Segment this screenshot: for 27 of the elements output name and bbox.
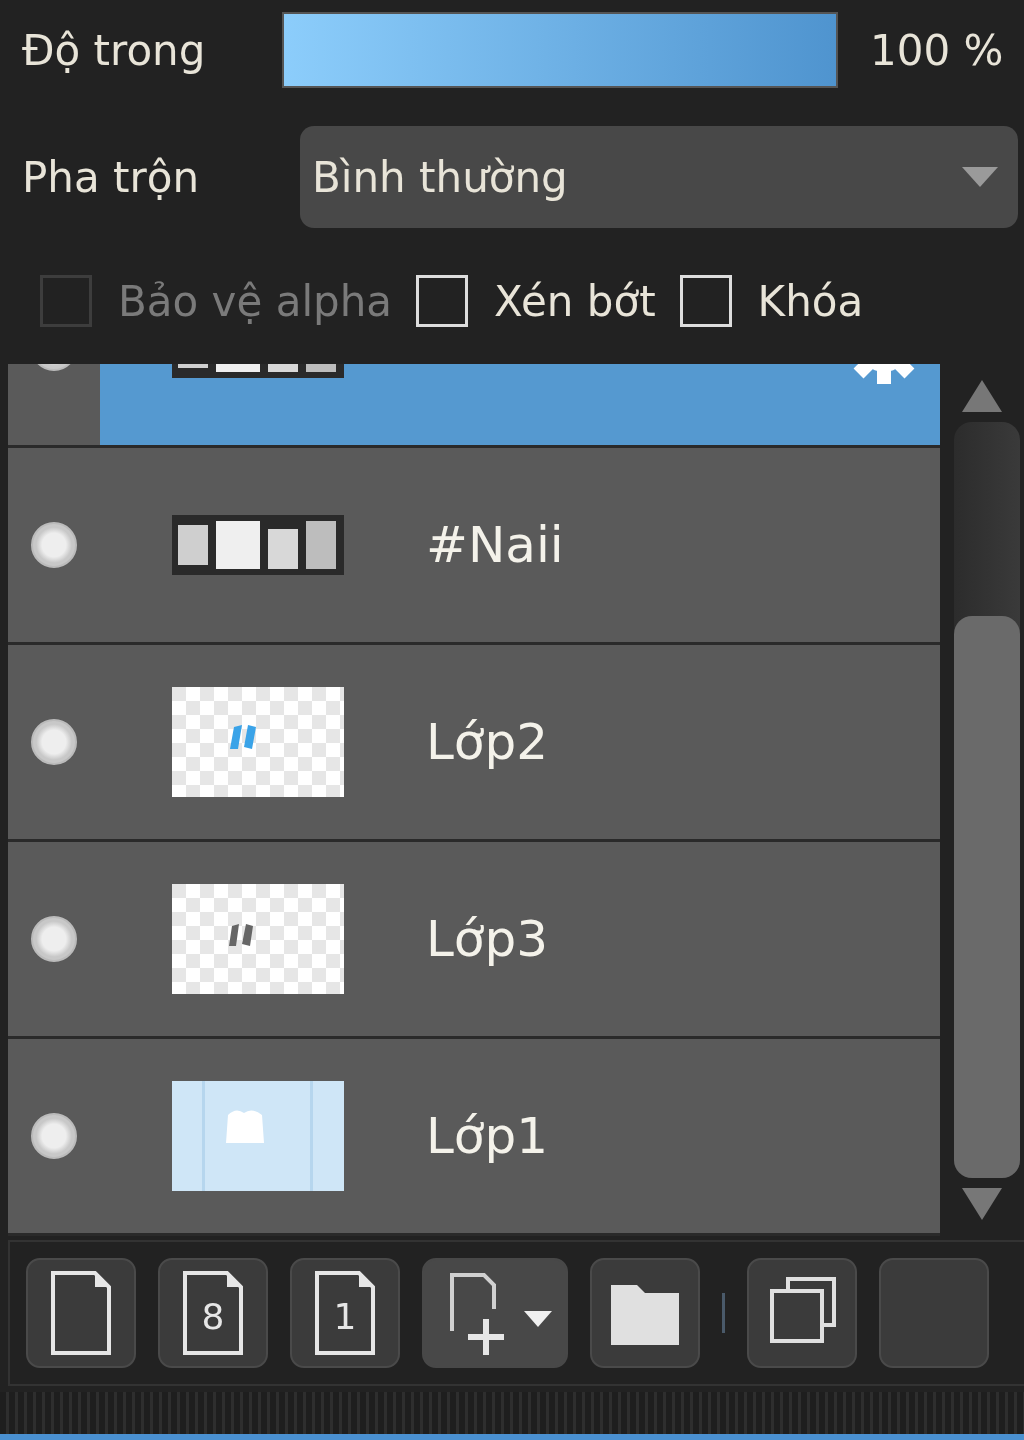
layer-name: Lớp3 bbox=[426, 910, 549, 968]
duplicate-button[interactable] bbox=[747, 1258, 857, 1368]
new-page-button[interactable]: 1 bbox=[290, 1258, 400, 1368]
add-layer-button[interactable] bbox=[422, 1258, 568, 1368]
checkbox-label: Xén bớt bbox=[494, 276, 656, 326]
layer-name: Lớp2 bbox=[426, 713, 549, 771]
scroll-down-icon bbox=[960, 1186, 1004, 1222]
new-page-button[interactable]: 8 bbox=[158, 1258, 268, 1368]
visibility-toggle[interactable] bbox=[31, 522, 77, 568]
opacity-value: 100 % bbox=[870, 25, 1004, 75]
blend-mode-dropdown[interactable]: Bình thường bbox=[300, 126, 1018, 228]
folder-button[interactable] bbox=[590, 1258, 700, 1368]
new-page-button[interactable] bbox=[26, 1258, 136, 1368]
layer-name: Lớp1 bbox=[426, 1107, 549, 1165]
scroll-up-icon bbox=[960, 378, 1004, 414]
visibility-toggle[interactable] bbox=[31, 1113, 77, 1159]
opacity-label: Độ trong bbox=[22, 25, 207, 75]
blend-label: Pha trộn bbox=[22, 152, 201, 202]
checkbox-label: Bảo vệ alpha bbox=[118, 276, 393, 326]
toolbar-separator bbox=[722, 1293, 725, 1333]
visibility-toggle[interactable] bbox=[31, 916, 77, 962]
scrollbar-track[interactable] bbox=[954, 422, 1020, 1178]
visibility-toggle[interactable] bbox=[31, 719, 77, 765]
checkbox-label: Khóa bbox=[757, 276, 864, 326]
dropdown-caret-icon bbox=[960, 165, 1000, 189]
scrollbar-thumb[interactable] bbox=[954, 616, 1020, 1178]
layer-name: #Naii bbox=[426, 516, 565, 574]
